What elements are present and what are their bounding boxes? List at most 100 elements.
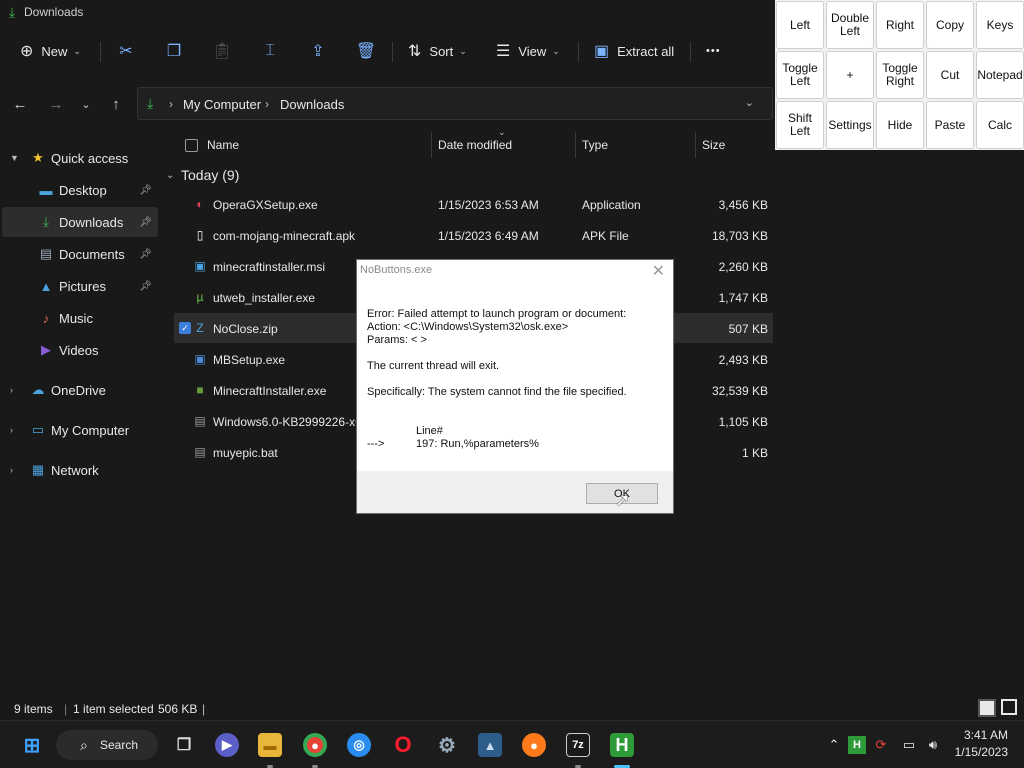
file-name: MBSetup.exe — [213, 353, 286, 367]
new-button[interactable]: ⊕ New ⌄ — [20, 35, 81, 67]
copy-icon[interactable]: ❐ — [162, 39, 186, 63]
chevron-down-icon: ⌄ — [552, 45, 560, 56]
key-calc[interactable]: Calc — [976, 101, 1024, 149]
select-all-checkbox[interactable] — [185, 139, 198, 152]
key-right[interactable]: Right — [876, 1, 924, 49]
file-explorer-icon[interactable]: ▬ — [258, 733, 282, 757]
group-header[interactable]: ⌄ Today (9) — [166, 166, 466, 186]
file-row[interactable]: ◐ OperaGXSetup.exe 1/15/2023 6:53 AM Applic… — [174, 189, 773, 219]
pin-icon[interactable]: 📌︎ — [139, 281, 152, 292]
key-plus[interactable]: + — [826, 51, 874, 99]
sidebar-label: Downloads — [59, 214, 124, 230]
key-toggle-right[interactable]: Toggle Right — [876, 51, 924, 99]
column-date-modified[interactable]: Date modified — [438, 138, 512, 152]
clock-date: 1/15/2023 — [954, 745, 1008, 759]
tiles-view-icon[interactable] — [1001, 699, 1017, 715]
rename-icon[interactable]: ⌶ — [258, 39, 282, 63]
bat-icon: ▤ — [194, 445, 206, 459]
extract-all-button[interactable]: ▣ Extract all — [594, 35, 674, 67]
file-type: APK File — [582, 229, 629, 243]
view-button[interactable]: ☰ View ⌄ — [496, 35, 560, 67]
share-icon[interactable]: ⇪ — [306, 39, 330, 63]
recent-chevron-icon[interactable]: ⌄ — [76, 94, 96, 114]
chevron-down-icon[interactable]: ⌄ — [745, 96, 754, 109]
sidebar-item-pictures[interactable]: ▲ Pictures 📌︎ — [2, 271, 158, 301]
pin-icon[interactable]: 📌︎ — [139, 249, 152, 260]
video-icon: ▶ — [41, 342, 51, 357]
pin-icon[interactable]: 📌︎ — [139, 185, 152, 196]
sync-icon[interactable]: ⟳ — [872, 736, 890, 754]
search-box[interactable]: ⌕ Search — [56, 730, 158, 760]
key-left[interactable]: Left — [776, 1, 824, 49]
sidebar-item-quick-access[interactable]: ▼ ★ Quick access — [2, 143, 158, 173]
address-bar[interactable]: ⤓ › My Computer › Downloads ⌄ — [137, 87, 773, 120]
error-dialog: NoButtons.exe ✕ Error: Failed attempt to… — [356, 259, 674, 514]
up-arrow-icon[interactable]: ↑ — [106, 94, 126, 114]
key-double-left[interactable]: Double Left — [826, 1, 874, 49]
chat-icon[interactable]: ▶ — [215, 733, 239, 757]
file-size: 18,703 KB — [711, 229, 768, 243]
sidebar-item-my-computer[interactable]: › ▭ My Computer — [2, 415, 158, 445]
firefox-icon[interactable]: ● — [522, 733, 546, 757]
sidebar-item-network[interactable]: › ▦ Network — [2, 455, 158, 485]
windows-start-icon[interactable]: ⊞ — [20, 733, 44, 757]
autohotkey-tray-icon[interactable]: H — [848, 736, 866, 754]
clock-time: 3:41 AM — [963, 728, 1008, 742]
cut-icon[interactable]: ✂ — [114, 39, 138, 63]
column-type[interactable]: Type — [582, 138, 608, 152]
7zip-icon[interactable]: 7z — [566, 733, 590, 757]
key-toggle-left[interactable]: Toggle Left — [776, 51, 824, 99]
browser-icon[interactable]: ◎ — [347, 733, 371, 757]
file-name: MinecraftInstaller.exe — [213, 384, 327, 398]
column-name[interactable]: Name — [207, 138, 239, 152]
breadcrumb-downloads[interactable]: Downloads — [280, 97, 344, 112]
sidebar-item-videos[interactable]: ▶ Videos — [2, 335, 158, 365]
delete-icon[interactable]: 🗑︎ — [354, 39, 378, 63]
file-name: muyepic.bat — [213, 446, 278, 460]
column-size[interactable]: Size — [702, 138, 725, 152]
file-size: 1 KB — [741, 446, 768, 460]
window-title: Downloads — [24, 5, 84, 19]
paste-icon[interactable]: 📋︎ — [210, 39, 234, 63]
more-button[interactable]: ••• — [706, 35, 721, 67]
new-label: New — [41, 43, 68, 59]
network-tray-icon[interactable]: ▭ — [900, 736, 918, 754]
key-copy[interactable]: Copy — [926, 1, 974, 49]
volume-icon[interactable]: 🔊︎ — [924, 736, 942, 754]
breadcrumb-my-computer[interactable]: My Computer — [183, 97, 261, 112]
file-date: 1/15/2023 6:53 AM — [438, 198, 539, 212]
key-paste[interactable]: Paste — [926, 101, 974, 149]
search-icon: ⌕ — [80, 737, 88, 753]
key-notepad[interactable]: Notepad — [976, 51, 1024, 99]
navigation-pane: ▼ ★ Quick access ▬ Desktop 📌︎ ⤓ Downloads 📌︎ ▤… — [0, 140, 160, 580]
autohotkey-icon[interactable]: H — [610, 733, 634, 757]
sort-button[interactable]: ⇅ Sort ⌄ — [408, 35, 467, 67]
chevron-up-icon[interactable]: ⌃ — [825, 736, 843, 754]
key-keys[interactable]: Keys — [976, 1, 1024, 49]
key-cut[interactable]: Cut — [926, 51, 974, 99]
sidebar-item-onedrive[interactable]: › ☁ OneDrive — [2, 375, 158, 405]
settings-gear-icon[interactable]: ⚙ — [435, 733, 459, 757]
clock[interactable]: 3:41 AM 1/15/2023 — [952, 725, 1014, 765]
pin-icon[interactable]: 📌︎ — [139, 217, 152, 228]
title-bar: ⤓ Downloads — [0, 0, 775, 24]
close-icon[interactable]: ✕ — [652, 261, 665, 281]
forward-arrow-icon[interactable]: → — [46, 94, 66, 114]
key-shift-left[interactable]: Shift Left — [776, 101, 824, 149]
sort-chevron-icon: ⌄ — [498, 127, 506, 137]
selected-checkbox[interactable]: ✓ — [179, 322, 191, 334]
sidebar-item-desktop[interactable]: ▬ Desktop 📌︎ — [2, 175, 158, 205]
back-arrow-icon[interactable]: ← — [10, 94, 30, 114]
task-view-icon[interactable]: ❐ — [172, 733, 196, 757]
photos-icon[interactable]: ▲ — [478, 733, 502, 757]
chevron-down-icon: ⌄ — [166, 170, 175, 181]
details-view-icon[interactable] — [978, 699, 996, 717]
key-hide[interactable]: Hide — [876, 101, 924, 149]
sidebar-item-downloads[interactable]: ⤓ Downloads 📌︎ — [2, 207, 158, 237]
chrome-icon[interactable]: ● — [303, 733, 327, 757]
file-row[interactable]: ▯ com-mojang-minecraft.apk 1/15/2023 6:49 … — [174, 220, 773, 250]
opera-icon[interactable]: O — [391, 732, 415, 757]
sidebar-item-documents[interactable]: ▤ Documents 📌︎ — [2, 239, 158, 269]
key-settings[interactable]: Settings — [826, 101, 874, 149]
sidebar-item-music[interactable]: ♪ Music — [2, 303, 158, 333]
